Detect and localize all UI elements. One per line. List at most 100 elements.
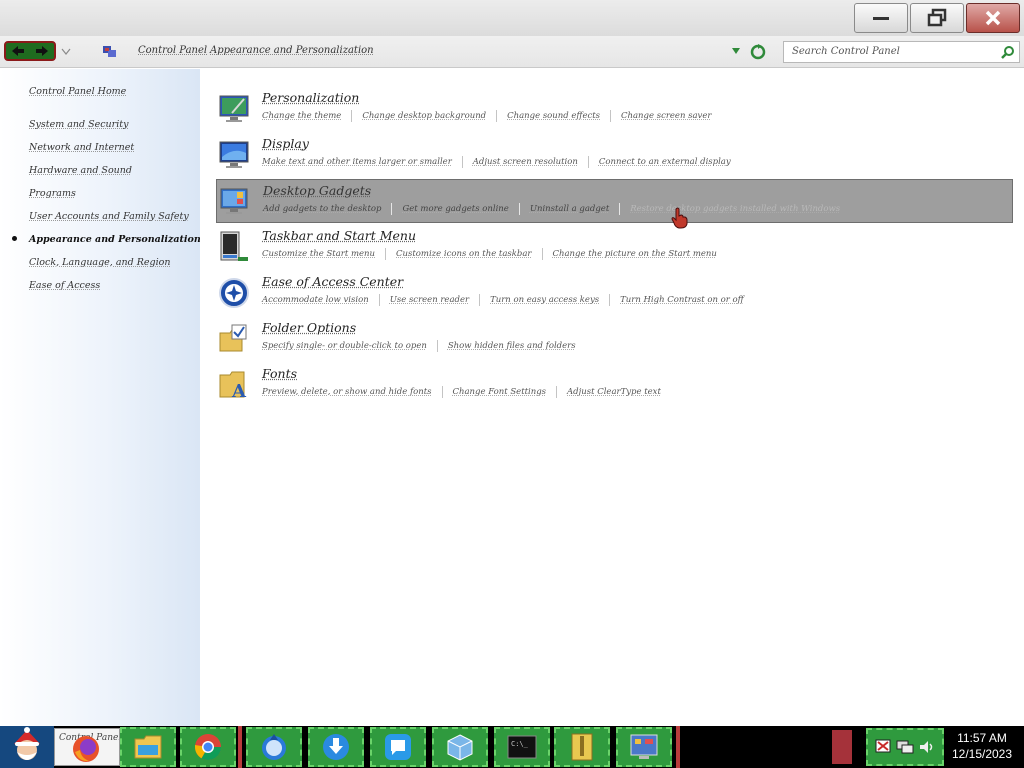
taskbar-app-package[interactable] — [432, 727, 488, 767]
link-change-sound-effects[interactable]: Change sound effects — [507, 111, 600, 121]
sidebar-item-user-accounts[interactable]: User Accounts and Family Safety — [29, 211, 189, 222]
taskbar-app-terminal[interactable]: C:\_ — [494, 727, 550, 767]
taskbar-app-control-panel[interactable] — [616, 727, 672, 767]
separator — [441, 386, 443, 398]
separator — [610, 110, 612, 122]
svg-text:A: A — [231, 381, 247, 401]
taskbar-app-globe[interactable] — [246, 727, 302, 767]
taskbar-app-archive[interactable] — [554, 727, 610, 767]
link-get-more-gadgets[interactable]: Get more gadgets online — [402, 204, 508, 214]
sidebar-item-programs[interactable]: Programs — [29, 188, 76, 199]
network-icon[interactable] — [896, 738, 914, 756]
refresh-icon[interactable] — [749, 43, 767, 61]
tray-notification-flag[interactable] — [832, 730, 852, 764]
category-ease-of-access: Ease of Access Center Accommodate low vi… — [216, 271, 1013, 315]
file-explorer-icon — [134, 735, 162, 759]
link-connect-external-display[interactable]: Connect to an external display — [599, 157, 731, 167]
active-item-bullet — [12, 236, 17, 241]
sidebar-item-hardware-sound[interactable]: Hardware and Sound — [29, 165, 132, 176]
taskbar-app-chat[interactable] — [370, 727, 426, 767]
app-globe-icon — [262, 734, 286, 760]
sidebar-item-clock-language-region[interactable]: Clock, Language, and Region — [29, 257, 170, 268]
sidebar: Control Panel Home System and Security N… — [0, 69, 201, 726]
category-links-display: Make text and other items larger or smal… — [262, 156, 731, 168]
search-icon[interactable] — [1001, 45, 1015, 59]
action-center-flag-icon[interactable] — [874, 738, 892, 756]
taskbar-app-chrome[interactable] — [180, 727, 236, 767]
recent-pages-chevron-icon[interactable] — [60, 45, 72, 57]
separator — [436, 340, 438, 352]
breadcrumb-control-panel[interactable]: Control Panel — [138, 45, 207, 56]
address-dropdown-icon[interactable] — [731, 47, 741, 55]
separator — [587, 156, 589, 168]
link-single-double-click[interactable]: Specify single- or double-click to open — [262, 341, 427, 351]
separator — [496, 110, 498, 122]
link-change-screen-saver[interactable]: Change screen saver — [621, 111, 711, 121]
taskbar: Control Panel C:\_ 11:57 AM 12/15/2023 — [0, 726, 1024, 768]
link-adjust-cleartype[interactable]: Adjust ClearType text — [567, 387, 661, 397]
link-change-theme[interactable]: Change the theme — [262, 111, 341, 121]
category-taskbar-start-menu: Taskbar and Start Menu Customize the Sta… — [216, 225, 1013, 269]
download-icon — [323, 734, 349, 760]
breadcrumb-appearance-personalization[interactable]: Appearance and Personalization — [210, 45, 374, 56]
close-button[interactable] — [966, 3, 1020, 33]
taskbar-icon — [220, 231, 248, 261]
category-links-fonts: Preview, delete, or show and hide fonts … — [262, 386, 661, 398]
category-title-ease-of-access[interactable]: Ease of Access Center — [262, 274, 403, 289]
category-desktop-gadgets: Desktop Gadgets Add gadgets to the deskt… — [216, 179, 1013, 223]
link-restore-gadgets[interactable]: Restore desktop gadgets installed with W… — [630, 204, 840, 214]
restore-button[interactable] — [910, 3, 964, 33]
category-links-personalization: Change the theme Change desktop backgrou… — [262, 110, 711, 122]
minimize-icon — [873, 17, 889, 20]
taskbar-app-download[interactable] — [308, 727, 364, 767]
volume-icon[interactable] — [918, 738, 936, 756]
sidebar-item-ease-of-access[interactable]: Ease of Access — [29, 280, 100, 291]
link-preview-fonts[interactable]: Preview, delete, or show and hide fonts — [262, 387, 432, 397]
link-customize-taskbar-icons[interactable]: Customize icons on the taskbar — [396, 249, 531, 259]
category-title-fonts[interactable]: Fonts — [262, 366, 297, 381]
fonts-icon: A — [219, 371, 247, 401]
taskbar-separator — [676, 726, 680, 768]
category-links-taskbar: Customize the Start menu Customize icons… — [262, 248, 717, 260]
back-button[interactable] — [6, 43, 30, 59]
category-links-desktop-gadgets: Add gadgets to the desktop Get more gadg… — [263, 203, 840, 215]
taskbar-app-file-explorer[interactable] — [120, 727, 176, 767]
link-make-text-larger[interactable]: Make text and other items larger or smal… — [262, 157, 452, 167]
taskbar-clock[interactable]: 11:57 AM 12/15/2023 — [944, 730, 1020, 762]
start-button[interactable] — [0, 726, 54, 768]
sidebar-item-control-panel-home[interactable]: Control Panel Home — [29, 86, 126, 97]
category-title-folder-options[interactable]: Folder Options — [262, 320, 356, 335]
separator — [556, 386, 558, 398]
link-show-hidden-files[interactable]: Show hidden files and folders — [448, 341, 576, 351]
sidebar-item-network-internet[interactable]: Network and Internet — [29, 142, 134, 153]
taskbar-separator — [238, 726, 242, 768]
link-easy-access-keys[interactable]: Turn on easy access keys — [490, 295, 599, 305]
forward-arrow-icon — [36, 46, 48, 56]
separator — [391, 203, 393, 215]
category-title-desktop-gadgets[interactable]: Desktop Gadgets — [263, 183, 371, 198]
link-uninstall-gadget[interactable]: Uninstall a gadget — [530, 204, 609, 214]
link-customize-start-menu[interactable]: Customize the Start menu — [262, 249, 375, 259]
main-content: Personalization Change the theme Change … — [200, 69, 1024, 726]
category-title-display[interactable]: Display — [262, 136, 309, 151]
link-adjust-screen-resolution[interactable]: Adjust screen resolution — [473, 157, 578, 167]
search-input[interactable]: Search Control Panel — [783, 41, 1020, 63]
sidebar-item-system-security[interactable]: System and Security — [29, 119, 128, 130]
link-change-font-settings[interactable]: Change Font Settings — [453, 387, 547, 397]
link-high-contrast[interactable]: Turn High Contrast on or off — [620, 295, 744, 305]
link-change-desktop-background[interactable]: Change desktop background — [362, 111, 486, 121]
chat-icon — [385, 734, 411, 760]
link-change-start-picture[interactable]: Change the picture on the Start menu — [553, 249, 717, 259]
separator — [378, 294, 380, 306]
minimize-button[interactable] — [854, 3, 908, 33]
category-title-taskbar-start-menu[interactable]: Taskbar and Start Menu — [262, 228, 416, 243]
link-accommodate-low-vision[interactable]: Accommodate low vision — [262, 295, 369, 305]
forward-button[interactable] — [30, 43, 54, 59]
link-use-screen-reader[interactable]: Use screen reader — [390, 295, 469, 305]
link-add-gadgets[interactable]: Add gadgets to the desktop — [263, 204, 381, 214]
system-tray — [866, 728, 944, 766]
taskbar-open-window[interactable]: Control Panel — [54, 728, 120, 766]
hand-cursor-icon — [671, 207, 688, 229]
separator — [461, 156, 463, 168]
category-title-personalization[interactable]: Personalization — [262, 90, 359, 105]
